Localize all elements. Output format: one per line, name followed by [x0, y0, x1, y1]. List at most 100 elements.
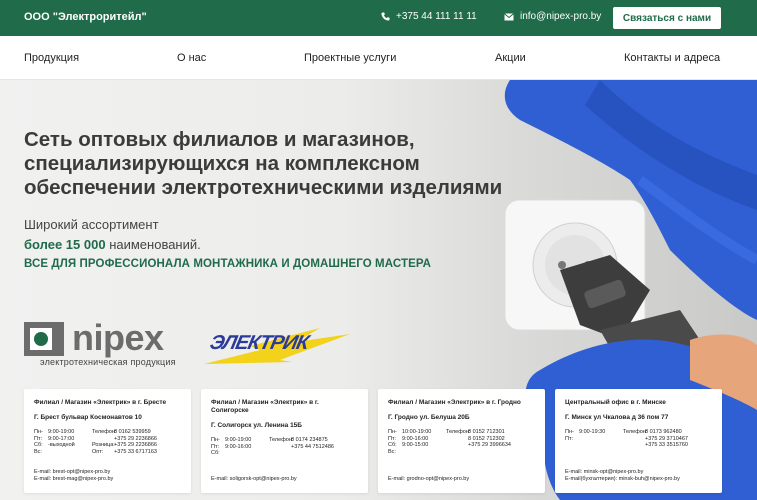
schedule-label: Пн-Пт: [211, 437, 220, 450]
email-text[interactable]: info@nipex-pro.by [520, 11, 601, 22]
nav-item-project-services[interactable]: Проектные услуги [304, 52, 396, 64]
schedule-label: Сб: [388, 442, 397, 449]
phone-numbers: 8 0152 712301 8 0152 712302 +375 29 3996… [468, 429, 524, 455]
phone-number[interactable]: +375 33 6717163 [114, 449, 170, 456]
phone-number[interactable]: +375 33 3515760 [645, 442, 701, 449]
elektrik-wordmark: ЭЛЕКТРИК [207, 332, 311, 354]
schedule-times: 9:00-19:00 9:00-17:00 -выходной [48, 429, 92, 455]
phone-label: Розница: [92, 442, 115, 449]
phone-numbers: 8 0162 539959 +375 29 2236866 +375 29 22… [114, 429, 170, 455]
hero-headline: Сеть оптовых филиалов и магазинов, специ… [24, 128, 524, 200]
schedule-times: 10:00-19:00 9:00-16:00 9:00-15:00 [402, 429, 446, 455]
schedule-time: 9:00-19:00 [225, 437, 252, 443]
branch-title: Филиал / Магазин «Электрик» в г. Гродно [388, 399, 521, 406]
schedule-time: 9:00-15:00 [402, 442, 429, 449]
phone-numbers: 8 0174 234875 +375 44 7512486 [291, 437, 347, 457]
phone-label: Опт: [92, 448, 104, 455]
phone-label: Телефон: [446, 429, 471, 435]
phone-label [92, 436, 114, 443]
email-link[interactable]: E-mail: brest-opt@nipex-pro.by [34, 469, 113, 476]
phone-number[interactable]: 8 0173 962480 [645, 429, 701, 436]
branch-title: Филиал / Магазин «Электрик» в г. Солигор… [211, 399, 319, 414]
phone-label: Телефон: [92, 429, 117, 435]
branch-card-soligorsk[interactable]: Филиал / Магазин «Электрик» в г. Солигор… [201, 389, 368, 493]
branch-card-brest[interactable]: Филиал / Магазин «Электрик» в г. Бресте … [24, 389, 191, 493]
phone-text[interactable]: +375 44 111 11 11 [396, 11, 477, 22]
schedule-times: 9:00-19:30 [579, 429, 623, 449]
main-nav: Продукция О нас Проектные услуги Акции К… [0, 36, 757, 80]
schedule-label: Сб: [34, 442, 43, 449]
email-link[interactable]: E-mail: brest-mag@nipex-pro.by [34, 476, 113, 483]
branch-emails: E-mail: soligorsk-opt@nipex-pro.by [211, 476, 297, 483]
schedule-time: 9:00-16:00 [402, 435, 429, 442]
phone-numbers: 8 0173 962480 +375 29 3710467 +375 33 35… [645, 429, 701, 449]
phone-icon [381, 12, 390, 21]
branch-address: Г. Гродно ул. Белуша 20Б [388, 414, 470, 421]
nipex-subtitle: электротехническая продукция [40, 357, 176, 367]
schedule-time: 10:00-19:00 [402, 429, 432, 435]
company-name: ООО "Электроритейл" [24, 11, 147, 23]
schedule-label: Пн-Пт: [388, 429, 397, 442]
email-link[interactable]: E-mail: grodno-opt@nipex-pro.by [388, 476, 469, 483]
email-link[interactable]: E-mail: soligorsk-opt@nipex-pro.by [211, 476, 297, 483]
schedule-times: 9:00-19:00 9:00-16:00 [225, 437, 269, 457]
branch-address: Г. Минск ул Чкалова д 36 пом 77 [565, 414, 669, 421]
schedule-time: 9:00-16:00 [225, 443, 252, 450]
phone-number[interactable]: +375 44 7512486 [291, 444, 347, 451]
schedule-labels: Пн-Пт: Сб: Вс: [34, 429, 48, 455]
branch-details: Пн-Пт: Сб: Вс: 10:00-19:00 9:00-16:00 9:… [388, 429, 535, 455]
elektrik-logo[interactable]: ЭЛЕКТРИК [200, 320, 352, 370]
email-link[interactable]: E-mail: minsk-opt@nipex-pro.by [565, 469, 680, 476]
branch-card-grodno[interactable]: Филиал / Магазин «Электрик» в г. Гродно … [378, 389, 545, 493]
contact-us-button[interactable]: Связаться с нами [613, 7, 721, 29]
branch-emails: E-mail: grodno-opt@nipex-pro.by [388, 476, 469, 483]
email-contact[interactable]: info@nipex-pro.by [504, 11, 601, 22]
nav-item-products[interactable]: Продукция [24, 52, 79, 64]
branch-details: Пн-Пт: 9:00-19:30 Телефон: 8 0173 962480… [565, 429, 712, 449]
phone-labels: Телефон: Розница: Опт: [92, 429, 117, 455]
phone-number[interactable]: 8 0152 712302 [468, 436, 524, 443]
schedule-label: Пн-Пт: [565, 429, 574, 442]
nav-item-about[interactable]: О нас [177, 52, 206, 64]
phone-number[interactable]: +375 29 3996634 [468, 442, 524, 449]
phone-label: Телефон: [269, 437, 294, 443]
branch-card-minsk[interactable]: Центральный офис в г. Минске Г. Минск ул… [555, 389, 722, 493]
phone-label: Телефон: [623, 429, 648, 435]
nav-item-promotions[interactable]: Акции [495, 52, 526, 64]
phone-number[interactable]: +375 29 2236866 [114, 436, 170, 443]
email-link[interactable]: E-mail(бухгалтерия): minsk-buh@nipex-pro… [565, 476, 680, 483]
schedule-time: -выходной [48, 442, 75, 449]
nipex-wordmark: nipex [72, 317, 164, 358]
headline-line-3: обеспечении электротехническими изделиям… [24, 176, 503, 199]
assortment-suffix: наименований. [105, 237, 201, 252]
nipex-mark-icon [24, 322, 64, 356]
branch-title: Филиал / Магазин «Электрик» в г. Бресте [34, 399, 167, 406]
schedule-time: 9:00-19:30 [579, 429, 606, 435]
hero-subtitle-2: более 15 000 наименований. [24, 237, 201, 252]
phone-number[interactable]: 8 0152 712301 [468, 429, 524, 436]
headline-line-1: Сеть оптовых филиалов и магазинов, [24, 128, 415, 151]
phone-labels: Телефон: [623, 429, 648, 449]
schedule-labels: Пн-Пт: Сб: Вс: [388, 429, 402, 455]
schedule-label: Вс: [34, 448, 42, 455]
phone-number[interactable]: 8 0174 234875 [291, 437, 347, 444]
phone-contact[interactable]: +375 44 111 11 11 [381, 11, 477, 22]
branch-details: Пн-Пт: Сб: Вс: 9:00-19:00 9:00-17:00 -вы… [34, 429, 181, 455]
phone-number[interactable]: +375 29 3710467 [645, 436, 701, 443]
top-bar: ООО "Электроритейл" +375 44 111 11 11 in… [0, 0, 757, 36]
phone-labels: Телефон: [446, 429, 471, 455]
assortment-count: более 15 000 [24, 237, 106, 252]
mail-icon [504, 12, 514, 20]
schedule-labels: Пн-Пт: [565, 429, 579, 449]
nav-item-contacts[interactable]: Контакты и адреса [624, 52, 720, 64]
headline-line-2: специализирующихся на комплексном [24, 152, 420, 175]
nipex-logo[interactable]: nipex электротехническая продукция [24, 317, 194, 370]
branch-address: Г. Брест бульвар Космонавтов 10 [34, 414, 142, 421]
hero-subtitle-1: Широкий ассортимент [24, 217, 159, 232]
phone-number[interactable]: 8 0162 539959 [114, 429, 170, 436]
hero-section: Сеть оптовых филиалов и магазинов, специ… [0, 80, 757, 500]
schedule-label: Сб: [211, 450, 220, 457]
phone-number[interactable]: +375 29 2236866 [114, 442, 170, 449]
hero-tagline: ВСЕ ДЛЯ ПРОФЕССИОНАЛА МОНТАЖНИКА И ДОМАШ… [24, 258, 432, 270]
branch-title: Центральный офис в г. Минске [565, 399, 666, 406]
